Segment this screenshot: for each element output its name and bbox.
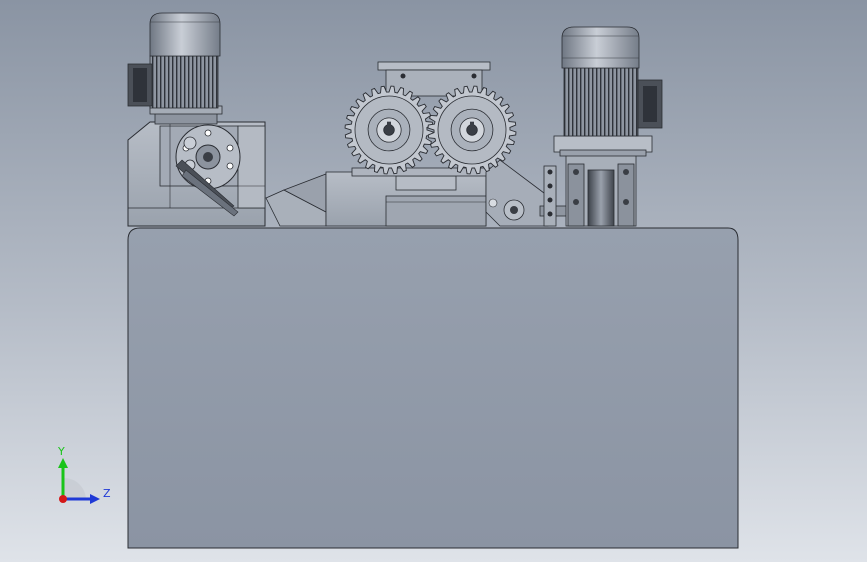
triad-z-label: Z	[103, 487, 111, 500]
right-motor-assembly	[553, 26, 663, 227]
gear-keyway	[387, 121, 391, 126]
left-motor	[127, 12, 223, 125]
base-tank	[127, 227, 739, 549]
gear-bore	[383, 124, 395, 136]
triad-y-label: Y	[57, 445, 65, 458]
machine-drawing: Y Z	[57, 12, 739, 549]
feed-chute	[265, 173, 327, 227]
cad-viewport[interactable]: Y Z	[0, 0, 867, 562]
coordinate-triad-icon[interactable]: Y Z	[57, 445, 111, 504]
gear-icon	[427, 85, 517, 175]
coupling-shaft	[539, 165, 569, 227]
gear-keyway	[470, 121, 474, 126]
gear-icon	[344, 85, 434, 175]
gear-bore	[466, 124, 478, 136]
